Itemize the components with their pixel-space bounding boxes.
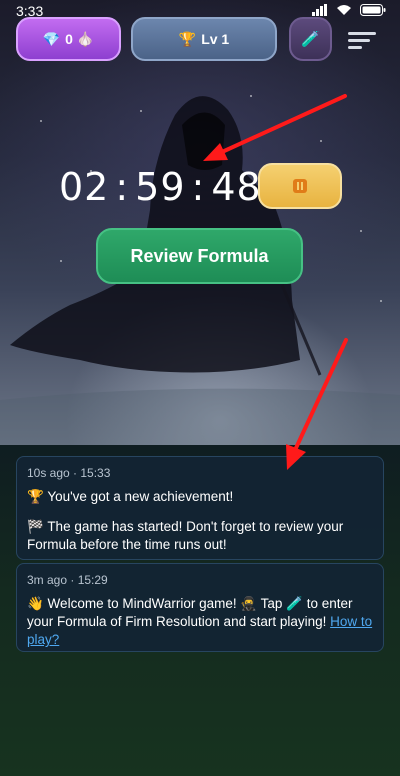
signal-icon — [312, 4, 327, 16]
review-formula-button[interactable]: Review Formula — [96, 228, 303, 284]
garlic-icon: 🧄 — [76, 30, 95, 47]
level-label: Lv 1 — [201, 31, 230, 47]
notification-card: 10s ago · 15:33 🏆 You've got a new achie… — [16, 456, 384, 560]
menu-icon[interactable] — [348, 32, 376, 50]
timer-hours: 02 — [59, 165, 110, 209]
trophy-icon: 🏆 — [178, 30, 197, 47]
timer-minutes: 59 — [135, 165, 186, 209]
gem-icon: 💎 — [42, 30, 61, 47]
battery-icon — [360, 4, 386, 16]
level-button[interactable]: 🏆 Lv 1 — [131, 17, 277, 61]
gems-count: 0 — [65, 31, 73, 47]
countdown-timer: 02 : 59 : 48 — [59, 163, 261, 211]
notification-meta: 10s ago · 15:33 — [27, 466, 111, 480]
notification-message: 🏆 You've got a new achievement! — [27, 489, 234, 504]
test-tube-icon: 🧪 — [301, 31, 320, 48]
pause-icon — [293, 179, 307, 193]
gems-counter-button[interactable]: 💎 0 🧄 — [16, 17, 121, 61]
timer-separator: : — [191, 165, 206, 209]
notification-text: 👋 Welcome to MindWarrior game! 🥷 Tap 🧪 t… — [27, 596, 353, 629]
notification-message: 🏁 The game has started! Don't forget to … — [27, 519, 344, 552]
timer-separator: : — [115, 165, 130, 209]
notification-message: 👋 Welcome to MindWarrior game! 🥷 Tap 🧪 t… — [27, 595, 373, 649]
pause-button[interactable] — [258, 163, 342, 209]
notification-meta: 3m ago · 15:29 — [27, 573, 108, 587]
hero-background — [0, 0, 400, 445]
notification-card: 3m ago · 15:29 👋 Welcome to MindWarrior … — [16, 563, 384, 652]
wifi-icon — [337, 5, 351, 15]
timer-seconds: 48 — [211, 165, 262, 209]
hooded-warrior-silhouette — [0, 96, 400, 445]
formula-lab-button[interactable]: 🧪 — [289, 17, 332, 61]
